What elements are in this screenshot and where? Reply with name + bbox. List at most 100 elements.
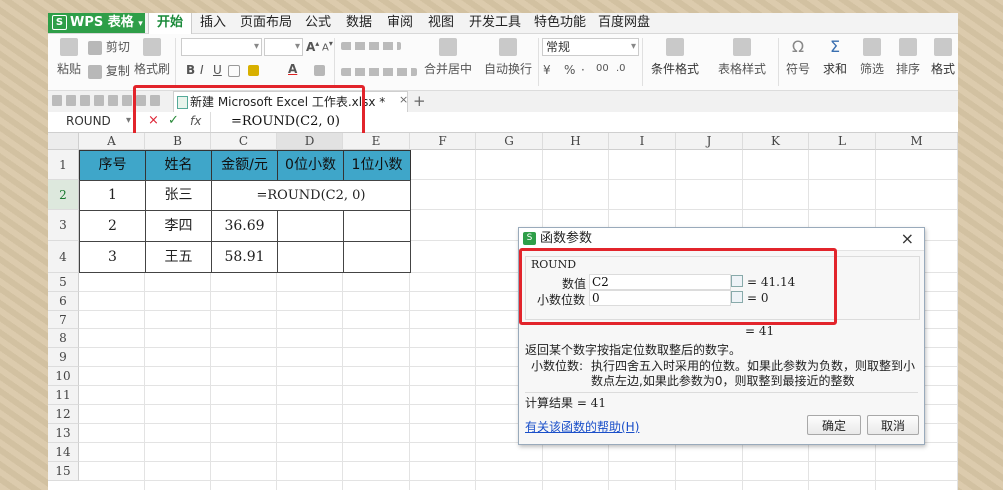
merge-center-button[interactable]: 合并居中 <box>422 38 474 77</box>
cancel-button[interactable]: 取消 <box>867 415 919 435</box>
print-icon[interactable] <box>80 95 90 106</box>
font-size-up-button[interactable]: A▴ <box>306 39 319 54</box>
align-top-buttons[interactable] <box>341 38 401 52</box>
menu-data[interactable]: 数据 <box>346 13 372 33</box>
conditional-format-button[interactable]: 条件格式 <box>648 38 702 77</box>
function-help-link[interactable]: 有关该函数的帮助(H) <box>525 418 639 435</box>
font-size-select[interactable] <box>264 38 303 56</box>
filter-button[interactable]: 筛选 <box>856 38 888 77</box>
italic-button[interactable]: I <box>200 63 204 77</box>
spellcheck-icon[interactable] <box>108 95 118 106</box>
font-color-button[interactable]: A <box>288 62 297 76</box>
cell-a3[interactable]: 2 <box>79 210 146 242</box>
percent-button[interactable]: % <box>564 63 575 77</box>
menu-page-layout[interactable]: 页面布局 <box>240 13 292 33</box>
save-icon[interactable] <box>66 95 76 106</box>
fill-color-button[interactable] <box>248 63 259 77</box>
menu-special[interactable]: 特色功能 <box>534 13 586 33</box>
column-header-j[interactable]: J <box>676 133 743 150</box>
row-header-7[interactable]: 7 <box>48 311 79 329</box>
row-header-14[interactable]: 14 <box>48 443 79 462</box>
menu-review[interactable]: 审阅 <box>387 13 413 33</box>
align-horizontal-buttons[interactable] <box>341 64 417 78</box>
symbol-button[interactable]: Ω 符号 <box>782 38 814 77</box>
cell-d3[interactable] <box>277 210 344 242</box>
close-icon[interactable]: × <box>901 229 914 249</box>
row-header-9[interactable]: 9 <box>48 348 79 367</box>
cell-a4[interactable]: 3 <box>79 241 146 273</box>
column-header-k[interactable]: K <box>743 133 809 150</box>
cell-c4[interactable]: 58.91 <box>211 241 278 273</box>
menu-view[interactable]: 视图 <box>428 13 454 33</box>
column-header-m[interactable]: M <box>876 133 958 150</box>
table-style-button[interactable]: 表格样式 <box>712 38 772 77</box>
row-header-15[interactable]: 15 <box>48 462 79 481</box>
row-header-6[interactable]: 6 <box>48 292 79 311</box>
header-cell-index[interactable]: 序号 <box>79 150 146 181</box>
cell-b3[interactable]: 李四 <box>145 210 212 242</box>
column-header-e[interactable]: E <box>343 133 410 150</box>
sort-button[interactable]: 排序 <box>892 38 924 77</box>
row-header-11[interactable]: 11 <box>48 386 79 405</box>
row-header-4[interactable]: 4 <box>48 241 79 273</box>
row-header-12[interactable]: 12 <box>48 405 79 424</box>
comma-button[interactable]: · <box>581 63 585 77</box>
header-cell-amount[interactable]: 金额/元 <box>211 150 278 181</box>
ok-button[interactable]: 确定 <box>807 415 861 435</box>
header-cell-1-decimal[interactable]: 1位小数 <box>343 150 411 181</box>
clear-format-button[interactable] <box>314 63 325 77</box>
cell-b4[interactable]: 王五 <box>145 241 212 273</box>
column-header-g[interactable]: G <box>476 133 543 150</box>
quick-access-icon[interactable] <box>52 95 62 106</box>
cell-e4[interactable] <box>343 241 411 273</box>
menu-formula[interactable]: 公式 <box>305 13 331 33</box>
undo-icon[interactable] <box>122 95 132 106</box>
close-tab-icon[interactable]: × <box>399 93 408 106</box>
column-header-f[interactable]: F <box>410 133 476 150</box>
row-header-13[interactable]: 13 <box>48 424 79 443</box>
format-button[interactable]: 格式 <box>928 38 958 77</box>
menu-developer[interactable]: 开发工具 <box>469 13 521 33</box>
header-cell-0-decimal[interactable]: 0位小数 <box>277 150 344 181</box>
row-header-8[interactable]: 8 <box>48 329 79 348</box>
format-painter-button[interactable]: 格式刷 <box>134 38 170 77</box>
cell-c3[interactable]: 36.69 <box>211 210 278 242</box>
wrap-text-button[interactable]: 自动换行 <box>482 38 534 77</box>
bold-button[interactable]: B <box>186 63 195 77</box>
menu-insert[interactable]: 插入 <box>200 13 226 33</box>
chevron-down-icon[interactable]: ▾ <box>126 113 131 129</box>
decrease-decimal-button[interactable]: .0 <box>616 63 626 74</box>
number-format-select[interactable]: 常规 <box>542 38 639 56</box>
font-name-select[interactable] <box>181 38 262 56</box>
row-header-1[interactable]: 1 <box>48 150 79 180</box>
new-tab-icon[interactable]: + <box>413 91 426 111</box>
column-header-h[interactable]: H <box>543 133 609 150</box>
increase-decimal-button[interactable]: 00 <box>596 63 609 74</box>
cell-c2-edit-formula[interactable]: =ROUND(C2, 0) <box>211 180 411 211</box>
select-all-corner[interactable] <box>48 133 79 150</box>
column-header-l[interactable]: L <box>809 133 876 150</box>
column-header-c[interactable]: C <box>211 133 277 150</box>
cell-e3[interactable] <box>343 210 411 242</box>
row-header-10[interactable]: 10 <box>48 367 79 386</box>
column-header-a[interactable]: A <box>79 133 145 150</box>
sum-button[interactable]: Σ 求和 <box>818 38 852 77</box>
paste-button[interactable]: 粘贴 <box>54 38 84 77</box>
menu-home[interactable]: 开始 <box>148 13 192 34</box>
border-button[interactable] <box>228 63 240 77</box>
column-header-d[interactable]: D <box>277 133 343 150</box>
menu-baidu-netdisk[interactable]: 百度网盘 <box>598 13 650 33</box>
header-cell-name[interactable]: 姓名 <box>145 150 212 181</box>
cut-button[interactable]: 剪切 <box>88 38 130 55</box>
row-header-5[interactable]: 5 <box>48 273 79 292</box>
row-header-3[interactable]: 3 <box>48 210 79 241</box>
column-header-i[interactable]: I <box>609 133 676 150</box>
font-size-down-button[interactable]: A▾ <box>322 39 333 53</box>
copy-button[interactable]: 复制 <box>88 62 130 79</box>
row-header-2[interactable]: 2 <box>48 180 79 210</box>
cell-a2[interactable]: 1 <box>79 180 146 211</box>
wps-app-menu[interactable]: S WPS 表格 ▾ <box>48 13 145 33</box>
underline-button[interactable]: U <box>213 63 222 77</box>
column-header-b[interactable]: B <box>145 133 211 150</box>
cell-b2[interactable]: 张三 <box>145 180 212 211</box>
